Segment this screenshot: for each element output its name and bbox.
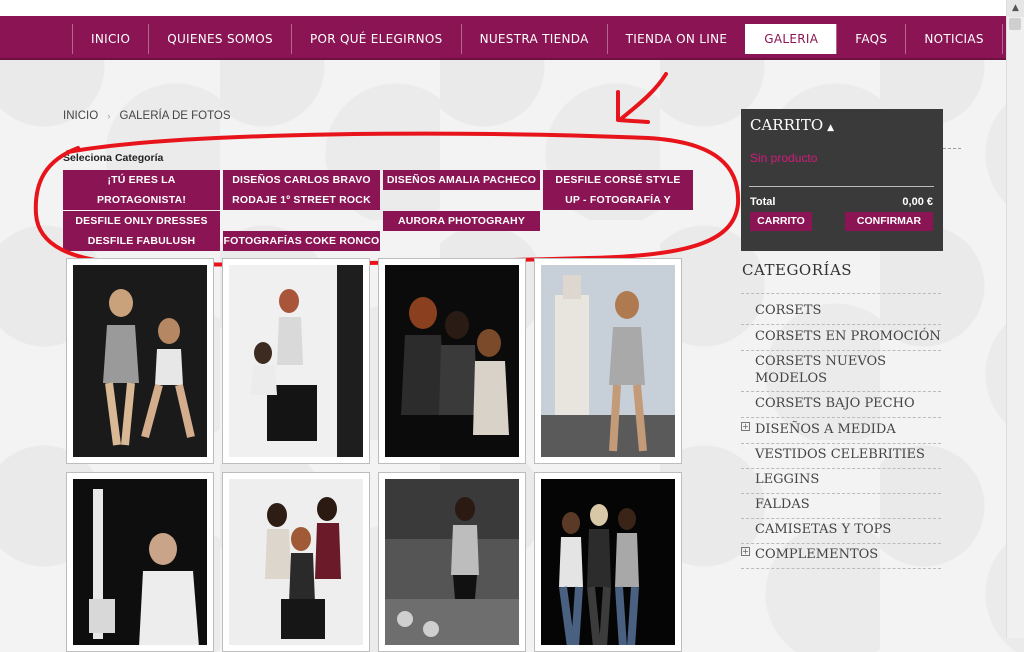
nav-tienda-online[interactable]: TIENDA ON LINE bbox=[606, 24, 746, 54]
scroll-up-arrow-icon[interactable]: ▲ bbox=[1007, 0, 1024, 17]
nav-galeria[interactable]: GALERIA bbox=[745, 24, 837, 54]
nav-faqs[interactable]: FAQS bbox=[836, 24, 905, 54]
sidebar-item-label: CORSETS BAJO PECHO bbox=[755, 396, 915, 411]
gallery-photo-2[interactable] bbox=[222, 258, 370, 464]
sidebar-item-corsets[interactable]: CORSETS bbox=[741, 300, 941, 325]
expand-plus-icon[interactable]: + bbox=[741, 547, 750, 556]
photo-5-figure-icon bbox=[73, 479, 207, 645]
cart-dashed-divider bbox=[943, 148, 961, 149]
sidebar-item-disenos-a-medida[interactable]: + DISEÑOS A MEDIDA bbox=[741, 419, 941, 444]
sidebar-item-camisetas-y-tops[interactable]: CAMISETAS Y TOPS bbox=[741, 519, 941, 544]
sidebar-item-leggins[interactable]: LEGGINS bbox=[741, 469, 941, 494]
breadcrumb-separator-icon: › bbox=[107, 111, 111, 121]
cart-panel: CARRITO ▲ Sin producto Total 0,00 € CARRI… bbox=[741, 109, 943, 251]
gallery-photo-5[interactable] bbox=[66, 472, 214, 652]
expand-plus-icon[interactable]: + bbox=[741, 422, 750, 431]
breadcrumb-home[interactable]: INICIO bbox=[63, 110, 98, 122]
photo-4-figure-icon bbox=[541, 265, 675, 457]
sidebar-item-label: VESTIDOS CELEBRITIES bbox=[755, 447, 925, 462]
photo-7-figure-icon bbox=[385, 479, 519, 645]
gallery-photo-4[interactable] bbox=[534, 258, 682, 464]
photo-1-figure-icon bbox=[73, 265, 207, 457]
sidebar-item-corsets-en-promocion[interactable]: CORSETS EN PROMOCIÓN bbox=[741, 326, 941, 351]
photo-2-figure-icon bbox=[229, 265, 363, 457]
collapse-triangle-icon[interactable]: ▲ bbox=[827, 123, 834, 133]
breadcrumb-current: GALERÍA DE FOTOS bbox=[119, 110, 231, 122]
photo-8-figure-icon bbox=[541, 479, 675, 645]
sidebar-item-label: CAMISETAS Y TOPS bbox=[755, 522, 892, 537]
sidebar-item-label: CORSETS NUEVOS MODELOS bbox=[755, 354, 887, 386]
gallery-photo-1[interactable] bbox=[66, 258, 214, 464]
nav-noticias[interactable]: NOTICIAS bbox=[905, 24, 1003, 54]
annotation-arrow-icon bbox=[616, 72, 668, 124]
cart-title[interactable]: CARRITO ▲ bbox=[750, 116, 834, 134]
cart-total-label: Total bbox=[750, 196, 776, 208]
nav-por-que-elegirnos[interactable]: POR QUÉ ELEGIRNOS bbox=[290, 24, 461, 54]
vertical-scrollbar[interactable]: ▲ bbox=[1006, 0, 1024, 638]
sidebar-item-label: COMPLEMENTOS bbox=[755, 547, 879, 562]
nav-quienes-somos[interactable]: QUIENES SOMOS bbox=[148, 24, 291, 54]
cart-divider bbox=[749, 186, 934, 187]
sidebar-item-label: FALDAS bbox=[755, 497, 810, 512]
gallery-photo-7[interactable] bbox=[378, 472, 526, 652]
categories-divider bbox=[741, 293, 941, 294]
top-strip bbox=[0, 0, 1007, 16]
nav-items: INICIO QUIENES SOMOS POR QUÉ ELEGIRNOS N… bbox=[72, 24, 1003, 54]
sidebar-item-complementos[interactable]: + COMPLEMENTOS bbox=[741, 544, 941, 569]
confirm-button[interactable]: CONFIRMAR bbox=[845, 212, 933, 231]
cart-title-label: CARRITO bbox=[750, 116, 824, 134]
sidebar-item-label: CORSETS EN PROMOCIÓN bbox=[755, 329, 941, 344]
annotation-circle bbox=[33, 131, 741, 267]
sidebar-item-faldas[interactable]: FALDAS bbox=[741, 494, 941, 519]
sidebar-item-label: LEGGINS bbox=[755, 472, 820, 487]
categories-heading: CATEGORÍAS bbox=[742, 261, 853, 279]
cart-button[interactable]: CARRITO bbox=[750, 212, 812, 231]
cart-total-value: 0,00 € bbox=[902, 196, 933, 208]
sidebar-item-label: DISEÑOS A MEDIDA bbox=[755, 422, 896, 437]
sidebar-item-corsets-bajo-pecho[interactable]: CORSETS BAJO PECHO bbox=[741, 393, 941, 418]
nav-nuestra-tienda[interactable]: NUESTRA TIENDA bbox=[460, 24, 607, 54]
photo-6-figure-icon bbox=[229, 479, 363, 645]
sidebar-item-vestidos-celebrities[interactable]: VESTIDOS CELEBRITIES bbox=[741, 444, 941, 469]
scroll-thumb[interactable] bbox=[1009, 18, 1021, 30]
gallery-photo-3[interactable] bbox=[378, 258, 526, 464]
nav-inicio[interactable]: INICIO bbox=[72, 24, 148, 54]
sidebar-item-label: CORSETS bbox=[755, 303, 822, 318]
cart-empty-text: Sin producto bbox=[750, 151, 818, 165]
breadcrumb: INICIO › GALERÍA DE FOTOS bbox=[63, 110, 231, 122]
sidebar-item-corsets-nuevos-modelos[interactable]: CORSETS NUEVOS MODELOS bbox=[741, 352, 941, 392]
gallery-photo-8[interactable] bbox=[534, 472, 682, 652]
gallery-photo-6[interactable] bbox=[222, 472, 370, 652]
main-navigation: INICIO QUIENES SOMOS POR QUÉ ELEGIRNOS N… bbox=[0, 16, 1007, 60]
photo-3-figure-icon bbox=[385, 265, 519, 457]
